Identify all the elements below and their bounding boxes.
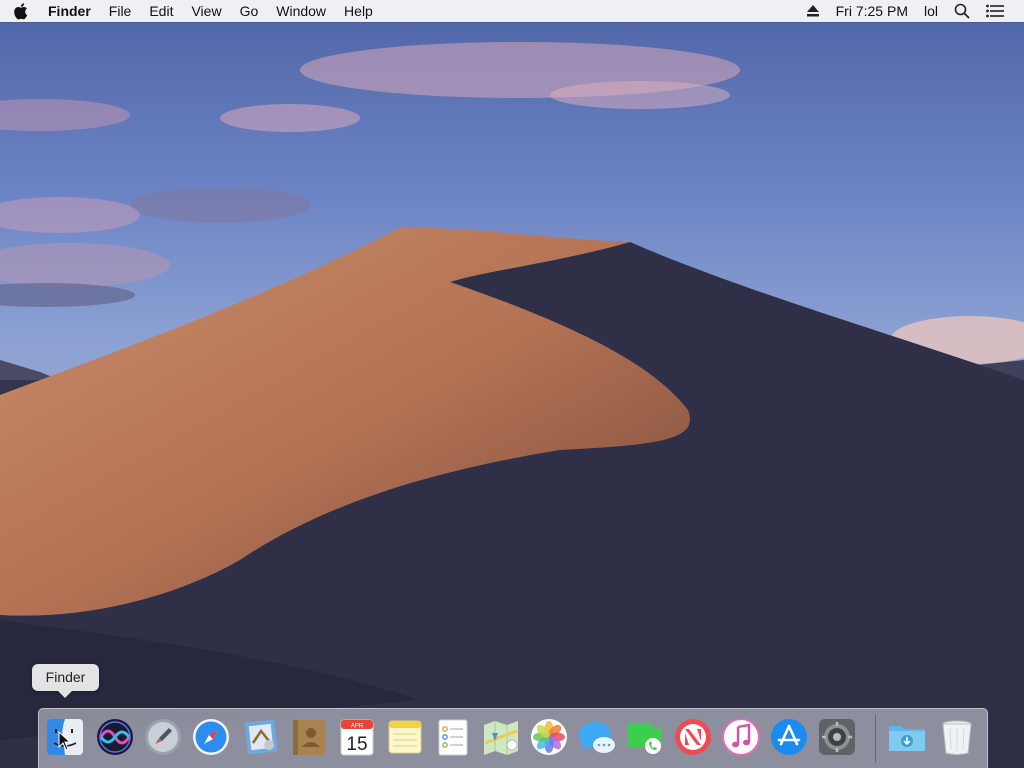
menu-edit[interactable]: Edit (140, 0, 182, 22)
menu-go[interactable]: Go (231, 0, 268, 22)
dock-item-app-store[interactable] (769, 717, 809, 757)
trash-icon (942, 720, 972, 755)
facetime-icon (627, 723, 662, 754)
reminders-icon (438, 719, 468, 756)
dock-item-siri[interactable] (95, 717, 135, 757)
calendar-icon: APR 15 (340, 719, 374, 756)
dock-item-notes[interactable] (385, 717, 425, 757)
safari-icon (193, 719, 229, 755)
dock-item-safari[interactable] (191, 717, 231, 757)
news-icon (675, 719, 711, 755)
notification-center-icon[interactable] (978, 4, 1012, 18)
dock-divider (875, 715, 876, 763)
contacts-icon (293, 720, 325, 755)
eject-icon[interactable] (798, 5, 828, 17)
calendar-day: 15 (346, 734, 367, 755)
launchpad-icon (145, 719, 181, 755)
menu-app-name[interactable]: Finder (48, 0, 100, 22)
dock-item-contacts[interactable] (289, 717, 329, 757)
mouse-cursor-icon (58, 731, 72, 751)
dock-item-downloads[interactable] (887, 717, 927, 757)
mail-icon (244, 719, 278, 755)
dock-item-facetime[interactable] (625, 717, 665, 757)
dock-item-mail[interactable] (241, 717, 281, 757)
wallpaper (0, 0, 1024, 768)
menu-file[interactable]: File (100, 0, 141, 22)
dock: APR 15 (38, 708, 988, 768)
dock-tooltip: Finder (32, 664, 99, 698)
app-store-icon (771, 719, 807, 755)
downloads-folder-icon (889, 726, 925, 751)
dock-item-itunes[interactable] (721, 717, 761, 757)
messages-icon (579, 722, 615, 753)
dock-item-messages[interactable] (577, 717, 617, 757)
maps-icon (484, 721, 518, 755)
dock-item-system-preferences[interactable] (817, 717, 857, 757)
menu-user[interactable]: lol (916, 0, 946, 22)
desktop: Finder File Edit View Go Window Help Fri… (0, 0, 1024, 768)
dock-item-maps[interactable] (481, 717, 521, 757)
notes-icon (388, 720, 422, 754)
dock-item-launchpad[interactable] (143, 717, 183, 757)
apple-menu-icon[interactable] (14, 2, 30, 20)
photos-icon (531, 719, 567, 755)
menu-clock[interactable]: Fri 7:25 PM (828, 0, 916, 22)
dock-item-trash[interactable] (937, 717, 977, 757)
system-preferences-icon (819, 719, 855, 755)
calendar-month: APR (351, 724, 364, 730)
dock-item-calendar[interactable]: APR 15 (337, 717, 377, 757)
spotlight-search-icon[interactable] (946, 3, 978, 19)
siri-icon (97, 719, 133, 755)
itunes-icon (722, 718, 760, 756)
dock-item-reminders[interactable] (433, 717, 473, 757)
menu-view[interactable]: View (182, 0, 230, 22)
menu-help[interactable]: Help (335, 0, 382, 22)
dock-item-news[interactable] (673, 717, 713, 757)
menu-window[interactable]: Window (267, 0, 335, 22)
dock-item-photos[interactable] (529, 717, 569, 757)
menu-bar: Finder File Edit View Go Window Help Fri… (0, 0, 1024, 22)
